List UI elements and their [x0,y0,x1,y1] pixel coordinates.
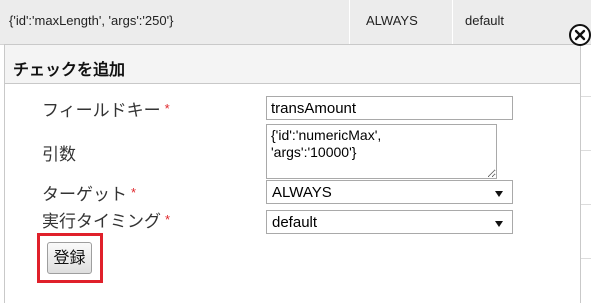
args-label: 引数 [42,140,76,165]
args-textarea[interactable]: {'id':'numericMax', 'args':'10000'} [266,124,497,179]
triangle-down-icon [494,186,504,203]
bg-cell-timing: default [465,13,505,28]
required-mark: * [131,185,137,200]
triangle-down-icon [494,216,504,233]
field-key-input[interactable] [266,96,513,120]
dialog-header: チェックを追加 [5,45,580,84]
required-mark: * [165,212,171,227]
target-label: ターゲット * [42,180,136,205]
bg-cell-target: ALWAYS [366,13,418,28]
target-select-value: ALWAYS [272,184,332,201]
close-circle-icon[interactable] [569,24,591,46]
bg-cell-divider [452,0,453,44]
timing-label: 実行タイミング * [42,207,170,232]
background-table-row: {'id':'maxLength', 'args':'250'} ALWAYS … [0,0,591,45]
field-key-label-text: フィールドキー [42,101,161,120]
field-key-label: フィールドキー * [42,96,170,121]
bg-cell-divider [349,0,350,44]
close-x-glyph [574,29,586,41]
register-button[interactable]: 登録 [47,242,92,274]
required-mark: * [164,101,170,116]
submit-highlight-box: 登録 [37,233,103,283]
timing-select[interactable]: default [266,210,513,234]
args-label-text: 引数 [42,145,76,164]
target-select[interactable]: ALWAYS [266,180,513,204]
timing-label-text: 実行タイミング [42,212,161,231]
target-label-text: ターゲット [42,185,127,204]
dialog-title: チェックを追加 [13,62,126,79]
bg-cell-args: {'id':'maxLength', 'args':'250'} [9,13,174,28]
timing-select-value: default [272,214,318,231]
